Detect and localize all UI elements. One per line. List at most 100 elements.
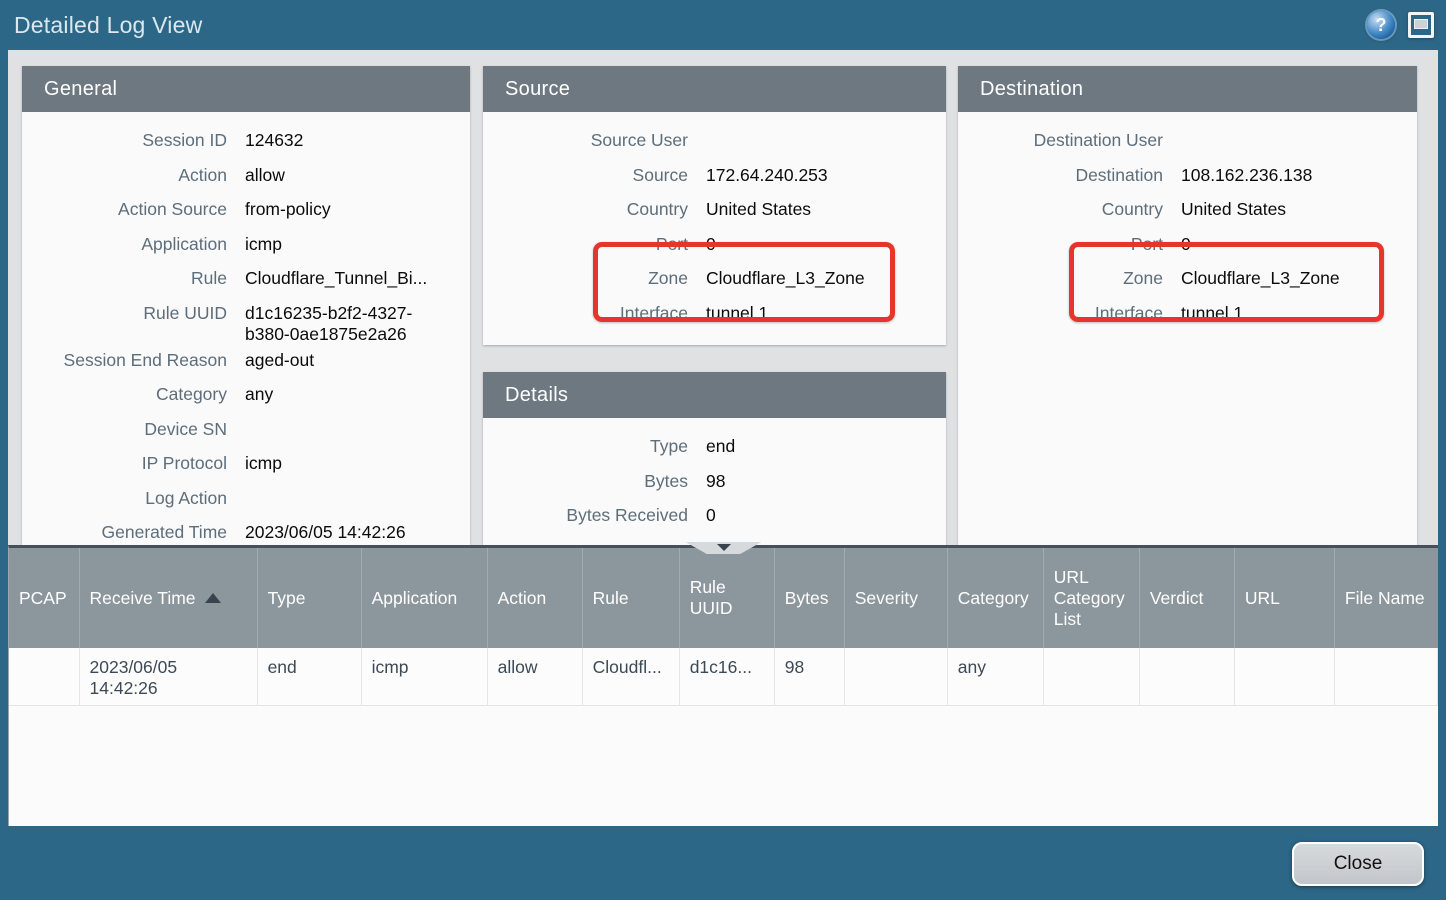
cell-rule: Cloudfl...: [582, 648, 679, 706]
field-row: Applicationicmp: [22, 229, 460, 264]
col-header-severity[interactable]: Severity: [844, 548, 947, 648]
field-label: Port: [483, 234, 688, 255]
field-label: Port: [958, 234, 1163, 255]
col-header-application[interactable]: Application: [361, 548, 487, 648]
field-row: RuleCloudflare_Tunnel_Bi...: [22, 263, 460, 298]
field-value: United States: [706, 199, 811, 220]
cell-application: icmp: [361, 648, 487, 706]
field-value: icmp: [245, 453, 282, 474]
field-label: Country: [958, 199, 1163, 220]
field-row: Destination108.162.236.138: [958, 160, 1407, 195]
field-row: Rule UUID d1c16235-b2f2-4327-b380-0ae1875…: [22, 298, 460, 345]
field-row: Interface tunnel.1: [483, 298, 936, 333]
col-header-action[interactable]: Action: [487, 548, 582, 648]
close-button[interactable]: Close: [1292, 842, 1424, 886]
col-header-rule[interactable]: Rule: [582, 548, 679, 648]
source-panel-header: Source: [483, 66, 946, 112]
field-row: Zone Cloudflare_L3_Zone: [958, 263, 1407, 298]
cell-rule-uuid: d1c16...: [679, 648, 774, 706]
page-title: Detailed Log View: [14, 12, 1367, 39]
field-row: Device SN: [22, 414, 460, 449]
field-label: Source User: [483, 130, 688, 151]
field-label: Device SN: [22, 419, 227, 440]
field-row: Destination User: [958, 125, 1407, 160]
cell-severity: [844, 648, 947, 706]
field-row: Zone Cloudflare_L3_Zone: [483, 263, 936, 298]
details-panel: Details Typeend Bytes98 Bytes Received0: [483, 372, 946, 545]
dialog-title-bar: Detailed Log View ?: [0, 0, 1446, 50]
field-value: tunnel.1: [706, 303, 768, 324]
field-value: Cloudflare_L3_Zone: [706, 268, 865, 289]
field-row: Action Source from-policy: [22, 194, 460, 229]
field-label: Zone: [958, 268, 1163, 289]
field-row: Session End Reason aged-out: [22, 345, 460, 380]
log-table-header-row: PCAP Receive Time Type Application Actio…: [9, 548, 1438, 648]
field-row: Typeend: [483, 431, 936, 466]
field-label: Category: [22, 384, 227, 405]
field-row: Country United States: [958, 194, 1407, 229]
cell-file-name: [1334, 648, 1437, 706]
field-value: from-policy: [245, 199, 331, 220]
field-value: allow: [245, 165, 285, 186]
field-value: Cloudflare_L3_Zone: [1181, 268, 1340, 289]
field-row: Port0: [958, 229, 1407, 264]
field-row: Source User: [483, 125, 936, 160]
field-row: Port 0: [483, 229, 936, 264]
field-value: tunnel.1: [1181, 303, 1243, 324]
field-value: 124632: [245, 130, 303, 151]
log-table: PCAP Receive Time Type Application Actio…: [9, 548, 1438, 706]
destination-panel-header: Destination: [958, 66, 1417, 112]
col-header-category[interactable]: Category: [947, 548, 1043, 648]
col-header-pcap[interactable]: PCAP: [9, 548, 79, 648]
cell-receive-time: 2023/06/05 14:42:26: [79, 648, 257, 706]
field-value: 0: [706, 234, 716, 255]
field-row: Session ID124632: [22, 125, 460, 160]
field-label: IP Protocol: [22, 453, 227, 474]
detail-panels-area: General Session ID124632 Actionallow Act…: [8, 50, 1438, 545]
field-label: Log Action: [22, 488, 227, 509]
field-row: Source172.64.240.253: [483, 160, 936, 195]
cell-verdict: [1139, 648, 1234, 706]
log-row[interactable]: 2023/06/05 14:42:26 end icmp allow Cloud…: [9, 648, 1438, 706]
help-icon[interactable]: ?: [1367, 11, 1395, 39]
field-label: Zone: [483, 268, 688, 289]
field-label: Destination: [958, 165, 1163, 186]
col-header-file-name[interactable]: File Name: [1334, 548, 1437, 648]
field-label: Source: [483, 165, 688, 186]
field-label: Interface: [483, 303, 688, 324]
col-header-receive-time[interactable]: Receive Time: [79, 548, 257, 648]
field-row: Generated Time2023/06/05 14:42:26: [22, 517, 460, 545]
field-label: Rule: [22, 268, 227, 289]
field-row: Interface tunnel.1: [958, 298, 1407, 333]
col-header-bytes[interactable]: Bytes: [774, 548, 844, 648]
col-header-rule-uuid[interactable]: Rule UUID: [679, 548, 774, 648]
field-row: Category any: [22, 379, 460, 414]
field-value: 0: [706, 505, 716, 526]
general-panel: General Session ID124632 Actionallow Act…: [22, 66, 470, 545]
field-label: Bytes: [483, 471, 688, 492]
field-value: end: [706, 436, 735, 457]
sort-asc-icon: [205, 593, 221, 603]
field-value: 2023/06/05 14:42:26: [245, 522, 406, 543]
field-label: Destination User: [958, 130, 1163, 151]
col-header-verdict[interactable]: Verdict: [1139, 548, 1234, 648]
field-label: Session End Reason: [22, 350, 227, 371]
cell-url-category-list: [1043, 648, 1139, 706]
field-label: Rule UUID: [22, 303, 227, 324]
col-header-url[interactable]: URL: [1234, 548, 1334, 648]
field-value: any: [245, 384, 273, 405]
col-header-type[interactable]: Type: [257, 548, 361, 648]
field-value: d1c16235-b2f2-4327-b380-0ae1875e2a26: [245, 303, 457, 345]
col-header-url-category-list[interactable]: URL Category List: [1043, 548, 1139, 648]
field-value: United States: [1181, 199, 1286, 220]
field-label: Action Source: [22, 199, 227, 220]
field-label: Interface: [958, 303, 1163, 324]
field-value: aged-out: [245, 350, 314, 371]
cell-category: any: [947, 648, 1043, 706]
window-icon[interactable]: [1408, 12, 1434, 38]
field-row: Bytes98: [483, 466, 936, 501]
field-value: icmp: [245, 234, 282, 255]
cell-pcap: [9, 648, 79, 706]
field-row: Actionallow: [22, 160, 460, 195]
dialog-footer: Close: [0, 826, 1446, 900]
